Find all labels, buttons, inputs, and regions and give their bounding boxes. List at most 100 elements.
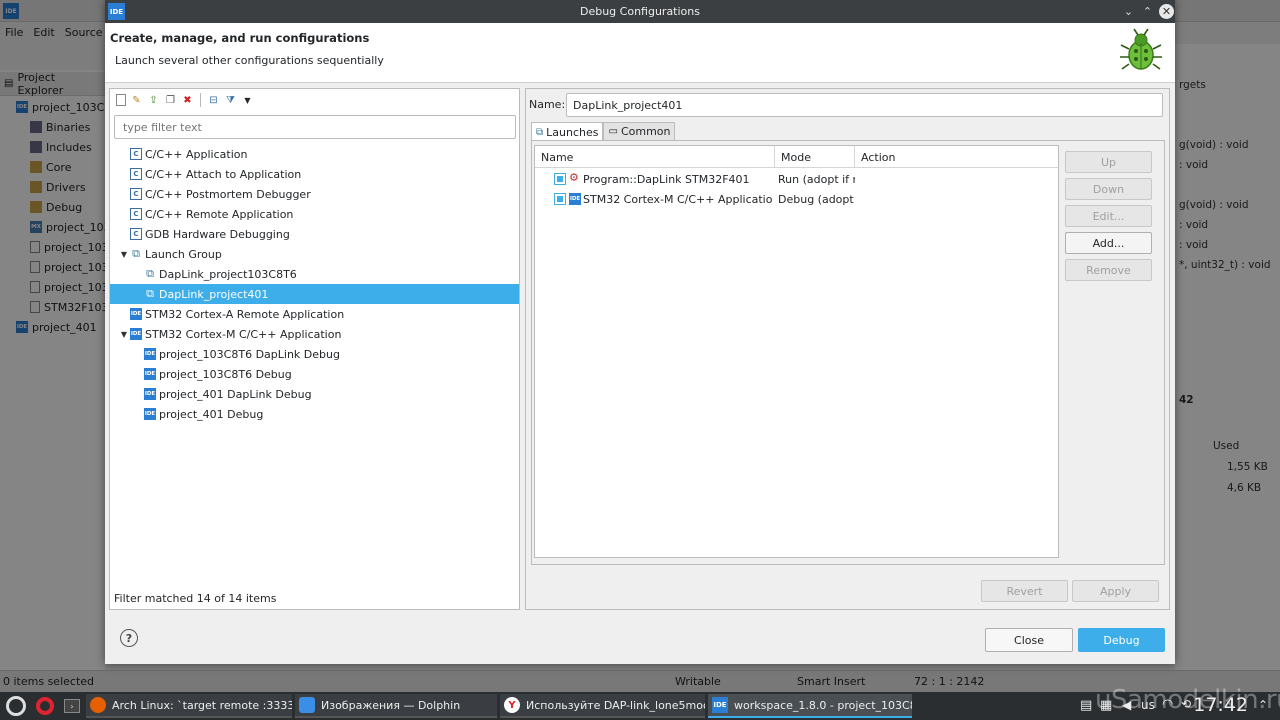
expand-arrow-icon[interactable]: ▼ (118, 330, 130, 339)
tree-item-label: STM32 Cortex-A Remote Application (145, 307, 345, 321)
duplicate-icon[interactable]: ❐ (164, 94, 177, 107)
task-ide[interactable]: IDE workspace_1.8.0 - project_103C8T... (708, 694, 912, 718)
c-app-icon: C (130, 228, 142, 240)
clock[interactable]: 17:42 (1193, 694, 1248, 716)
dolphin-icon (299, 697, 315, 713)
task-terminal[interactable]: Arch Linux: `target remote :3333` "... (86, 694, 292, 718)
ide-icon: IDE (144, 388, 156, 400)
debug-bug-icon (1120, 28, 1162, 70)
new-prototype-icon[interactable]: ✎ (130, 94, 143, 107)
chevron-down-icon[interactable]: ▼ (241, 94, 254, 107)
delete-icon[interactable]: ✖ (181, 94, 194, 107)
tree-item-label: project_401 DapLink Debug (159, 387, 312, 401)
table-row[interactable]: IDE STM32 Cortex-M C/C++ Application::pr… (535, 189, 1058, 209)
tree-item-label: project_401 Debug (159, 407, 264, 421)
taskbar: › Arch Linux: `target remote :3333` "...… (0, 685, 1280, 720)
dialog-title: Debug Configurations (579, 5, 700, 18)
table-row[interactable]: ⚙ Program::DapLink STM32F401 Run (adopt … (535, 169, 1058, 189)
tree-item-label: STM32 Cortex-M C/C++ Application (145, 327, 342, 341)
tree-item[interactable]: ⧉ DapLink_project103C8T6 (110, 264, 519, 284)
row-checkbox[interactable] (554, 173, 566, 185)
tree-item[interactable]: ▼ ⧉ Launch Group (110, 244, 519, 264)
edit-button[interactable]: Edit... (1065, 205, 1152, 227)
expand-arrow-icon[interactable]: ▼ (118, 250, 130, 259)
c-app-icon: C (130, 168, 142, 180)
task-browser[interactable]: Y Используйте DAP-link_lone5moo... (500, 694, 705, 718)
minimize-icon[interactable]: ⌄ (1120, 3, 1137, 20)
maximize-icon[interactable]: ⌃ (1139, 3, 1156, 20)
ide-icon: IDE (130, 328, 142, 340)
tree-item-label: C/C++ Attach to Application (145, 167, 302, 181)
revert-button[interactable]: Revert (981, 580, 1068, 602)
tray-arrow-icon[interactable]: ⌃ (1258, 698, 1268, 712)
tree-item[interactable]: IDE STM32 Cortex-A Remote Application (110, 304, 519, 324)
close-button[interactable]: Close (985, 628, 1073, 652)
close-icon[interactable]: ✕ (1159, 4, 1174, 19)
configuration-tree: C C/C++ Application C C/C++ Attach to Appli… (110, 144, 519, 424)
wifi-icon[interactable]: ◠ (1162, 697, 1173, 712)
launches-table: Name Mode Action ⚙ Program::DapLink STM3… (534, 145, 1059, 558)
tab-label: Launches (546, 125, 599, 139)
tree-item[interactable]: C C/C++ Application (110, 144, 519, 164)
add-button[interactable]: Add... (1065, 232, 1152, 254)
new-config-icon[interactable] (116, 94, 126, 106)
name-input[interactable] (566, 93, 1163, 117)
opera-icon[interactable] (32, 694, 60, 718)
configuration-editor: Name: ⧉ Launches ▭ Common Name Mode Acti… (525, 88, 1170, 610)
up-button[interactable]: Up (1065, 151, 1152, 173)
network-icon[interactable]: ⟲ (1181, 697, 1191, 711)
program-icon: ⚙ (569, 171, 579, 184)
tab-launches[interactable]: ⧉ Launches (531, 122, 604, 141)
c-app-icon: C (130, 188, 142, 200)
tab-label: Common (620, 125, 671, 138)
common-icon: ▭ (608, 126, 618, 137)
task-label: Arch Linux: `target remote :3333` "... (112, 698, 292, 712)
column-action[interactable]: Action (855, 146, 1058, 168)
task-label: Изображения — Dolphin (321, 698, 461, 712)
tree-item[interactable]: C C/C++ Attach to Application (110, 164, 519, 184)
row-name: Program::DapLink STM32F401 (583, 173, 750, 186)
debug-configurations-dialog: IDE Debug Configurations ⌄ ⌃ ✕ Create, m… (105, 0, 1175, 664)
filter-icon[interactable]: ⧩ (224, 94, 237, 107)
tree-item[interactable]: C C/C++ Postmortem Debugger (110, 184, 519, 204)
tree-item-label: project_103C8T6 DapLink Debug (159, 347, 340, 361)
row-mode: Run (adopt if ru (778, 173, 855, 186)
ide-icon: IDE (144, 368, 156, 380)
dialog-banner: Create, manage, and run configurations L… (105, 23, 1175, 83)
ide-icon: IDE (569, 193, 581, 205)
column-mode[interactable]: Mode (775, 146, 855, 168)
tree-item[interactable]: IDE project_401 DapLink Debug (110, 384, 519, 404)
yandex-icon: Y (504, 697, 520, 713)
tree-item-label: Launch Group (145, 247, 222, 261)
tree-item[interactable]: ⧉ DapLink_project401 (110, 284, 519, 304)
tree-item[interactable]: IDE project_103C8T6 DapLink Debug (110, 344, 519, 364)
tree-item-label: C/C++ Postmortem Debugger (145, 187, 311, 201)
c-app-icon: C (130, 148, 142, 160)
tab-common[interactable]: ▭ Common (603, 122, 676, 140)
export-icon[interactable]: ⇪ (147, 94, 160, 107)
apply-button[interactable]: Apply (1072, 580, 1159, 602)
tree-item[interactable]: C GDB Hardware Debugging (110, 224, 519, 244)
tree-item[interactable]: IDE project_103C8T6 Debug (110, 364, 519, 384)
clipboard-icon[interactable]: ▤ (1080, 698, 1092, 713)
column-name[interactable]: Name (535, 146, 775, 168)
remove-button[interactable]: Remove (1065, 259, 1152, 281)
down-button[interactable]: Down (1065, 178, 1152, 200)
collapse-all-icon[interactable]: ⊟ (207, 94, 220, 107)
app-launcher-icon[interactable] (2, 694, 28, 718)
banner-title: Create, manage, and run configurations (110, 31, 370, 45)
tree-item[interactable]: C C/C++ Remote Application (110, 204, 519, 224)
row-checkbox[interactable] (554, 193, 566, 205)
keyboard-layout[interactable]: us (1141, 698, 1155, 712)
c-app-icon: C (130, 208, 142, 220)
audio-icon[interactable]: ◀ (1122, 698, 1131, 712)
folder-icon[interactable]: ▦ (1100, 698, 1112, 713)
filter-input[interactable] (114, 115, 516, 139)
tree-item[interactable]: IDE project_401 Debug (110, 404, 519, 424)
tree-item[interactable]: ▼ IDE STM32 Cortex-M C/C++ Application (110, 324, 519, 344)
help-icon[interactable]: ? (120, 629, 138, 647)
debug-button[interactable]: Debug (1078, 628, 1165, 652)
task-dolphin[interactable]: Изображения — Dolphin (295, 694, 497, 718)
terminal-icon[interactable]: › (60, 694, 86, 718)
tree-item-label: GDB Hardware Debugging (145, 227, 290, 241)
